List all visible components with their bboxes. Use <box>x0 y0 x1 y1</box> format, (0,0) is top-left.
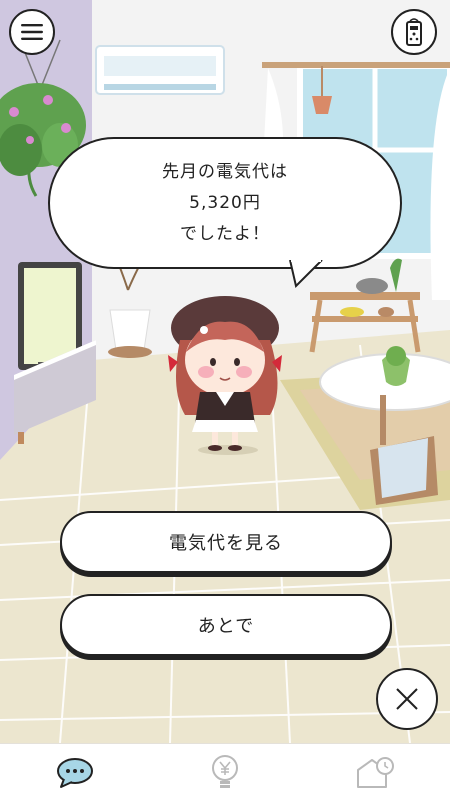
remote-button[interactable] <box>391 9 437 55</box>
speech-bubble-tail <box>289 260 323 288</box>
tab-history[interactable] <box>300 744 450 801</box>
hamburger-menu-icon <box>21 24 43 40</box>
tab-electricity-cost[interactable] <box>150 744 300 801</box>
bottom-tab-bar <box>0 743 450 801</box>
later-button[interactable]: あとで <box>60 594 392 656</box>
view-electricity-cost-button[interactable]: 電気代を見る <box>60 511 392 573</box>
tab-chat[interactable] <box>0 744 150 801</box>
bubble-line-1: 先月の電気代は <box>162 161 288 182</box>
close-icon <box>396 688 418 710</box>
remote-control-icon <box>406 18 422 46</box>
menu-button[interactable] <box>9 9 55 55</box>
bubble-line-3: でしたよ！ <box>180 223 270 244</box>
lightbulb-yen-icon <box>212 754 238 788</box>
bubble-line-2: 5,320円 <box>189 192 261 213</box>
speech-bubble: 先月の電気代は 5,320円 でしたよ！ <box>48 137 402 269</box>
close-button[interactable] <box>376 668 438 730</box>
chat-bubble-icon <box>57 757 93 788</box>
house-clock-icon <box>357 756 394 788</box>
